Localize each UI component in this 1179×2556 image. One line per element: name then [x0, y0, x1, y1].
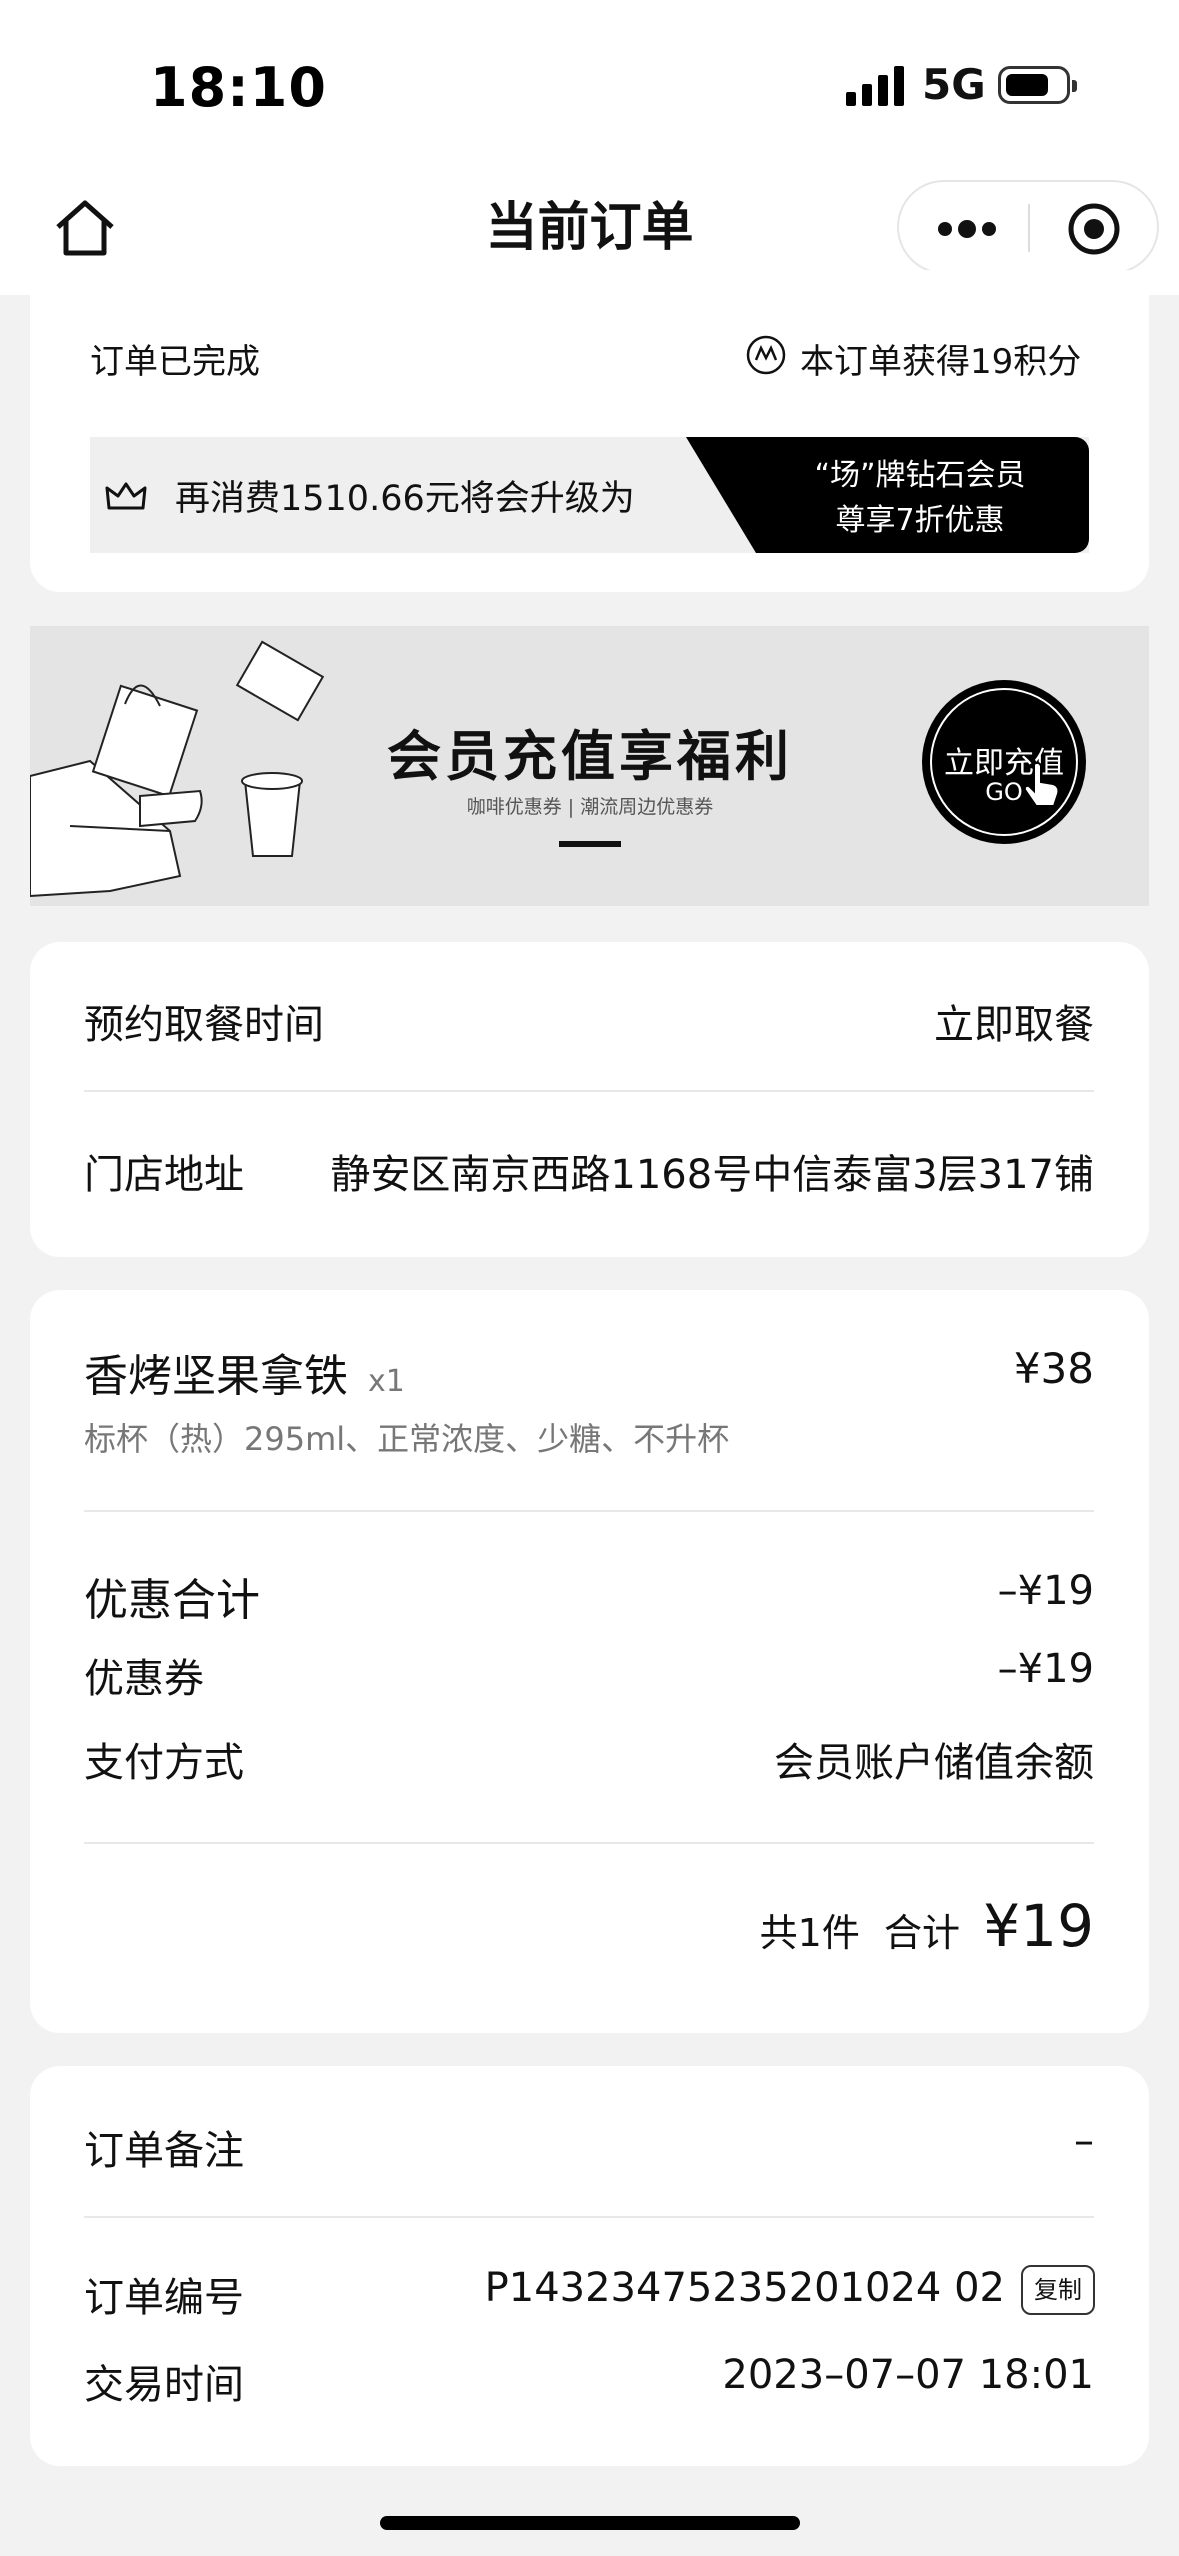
close-capsule-icon[interactable] [1067, 202, 1121, 256]
battery-icon [998, 66, 1077, 104]
item-count-label: 共1件 合计 [759, 1911, 960, 1955]
item-spec: 标杯（热）295ml、正常浓度、少糖、不升杯 [84, 1420, 730, 1458]
item-qty: x1 [368, 1364, 405, 1399]
upgrade-level-name: “场”牌钻石会员 [814, 458, 1026, 493]
crown-icon [105, 482, 147, 510]
coupon-label: 优惠券 [84, 1656, 204, 1702]
more-icon[interactable] [937, 214, 997, 244]
divider [84, 1510, 1094, 1512]
copy-button[interactable]: 复制 [1021, 2265, 1095, 2315]
divider [84, 1842, 1094, 1844]
pickup-time-label: 预约取餐时间 [84, 1002, 324, 1048]
home-indicator[interactable] [380, 2516, 800, 2530]
item-price: ¥38 [1013, 1344, 1094, 1393]
remark-label: 订单备注 [84, 2128, 244, 2174]
banner-title: 会员充值享福利 [387, 725, 793, 788]
order-number-value: P14323475235201024 02 [484, 2265, 1005, 2311]
order-status-text: 订单已完成 [90, 342, 260, 382]
mini-program-capsule [897, 180, 1159, 274]
banner-subtitle: 咖啡优惠券 | 潮流周边优惠券 [466, 796, 714, 818]
item-name: 香烤坚果拿铁 x1 [84, 1340, 405, 1404]
points-text: 本订单获得19积分 [800, 342, 1082, 382]
signal-icon [846, 66, 904, 106]
upgrade-text: 再消费1510.66元将会升级为 [175, 479, 635, 519]
discount-value: –¥19 [997, 1568, 1094, 1614]
pickup-card [30, 942, 1149, 1257]
divider [84, 1090, 1094, 1092]
brand-logo-icon [746, 335, 786, 375]
payment-value: 会员账户储值余额 [774, 1740, 1094, 1786]
trade-time-label: 交易时间 [84, 2362, 244, 2408]
discount-label: 优惠合计 [84, 1575, 260, 1626]
order-total: ¥19 [983, 1892, 1094, 1960]
status-time: 18:10 [150, 56, 327, 119]
banner-underline [559, 841, 621, 847]
item-name-text: 香烤坚果拿铁 [84, 1351, 348, 1402]
trade-time-value: 2023–07–07 18:01 [722, 2352, 1094, 2398]
banner-illustration [30, 640, 325, 898]
coupon-value: –¥19 [997, 1646, 1094, 1692]
payment-label: 支付方式 [84, 1740, 244, 1786]
pickup-time-value: 立即取餐 [934, 1002, 1094, 1048]
order-number-label: 订单编号 [84, 2275, 244, 2321]
remark-value: – [1074, 2118, 1094, 2164]
hand-pointer-icon [1023, 761, 1060, 807]
store-address-value: 静安区南京西路1168号中信泰富3层317铺 [330, 1152, 1094, 1198]
network-label: 5G [922, 60, 986, 109]
store-address-label: 门店地址 [84, 1152, 244, 1198]
upgrade-level-benefit: 尊享7折优惠 [835, 503, 1005, 538]
divider [84, 2216, 1094, 2218]
